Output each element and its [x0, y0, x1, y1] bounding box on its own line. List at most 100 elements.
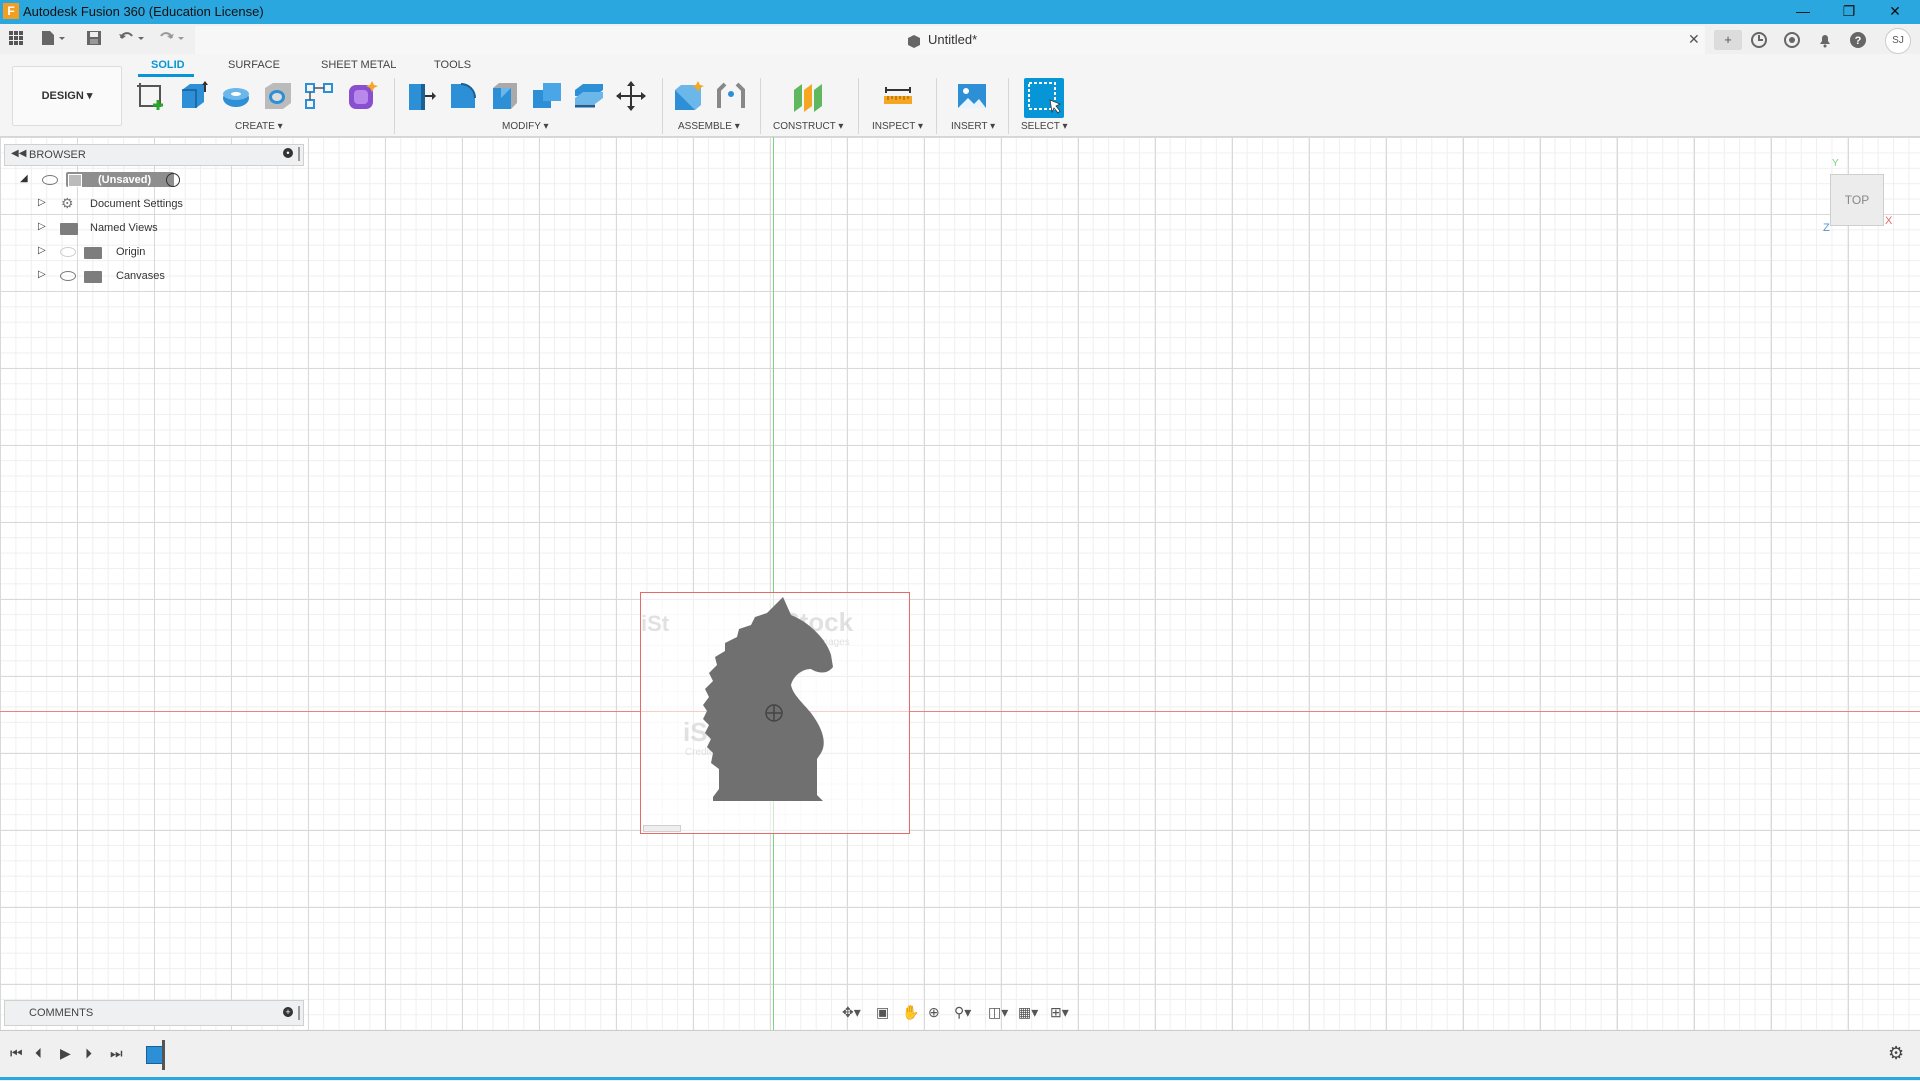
browser-item-canvases[interactable]: ▷ Canvases: [38, 267, 198, 287]
create-sketch-icon[interactable]: [136, 80, 168, 112]
pan-icon[interactable]: ✋: [902, 1004, 919, 1021]
move-copy-icon[interactable]: [615, 80, 647, 112]
document-icon: [907, 34, 921, 48]
timeline-settings-gear-icon[interactable]: ⚙: [1888, 1043, 1904, 1064]
tab-tools[interactable]: TOOLS: [434, 59, 471, 71]
notifications-icon[interactable]: [1814, 30, 1836, 50]
attached-canvas-image[interactable]: iSt iStock by Getty Images iStock Credit…: [640, 592, 910, 834]
collapse-triangle-icon[interactable]: ◢: [20, 173, 28, 184]
insert-menu[interactable]: INSERT ▾: [951, 121, 995, 132]
select-icon[interactable]: [1024, 78, 1064, 118]
save-icon[interactable]: [86, 30, 102, 48]
close-document-icon[interactable]: ✕: [1688, 31, 1700, 48]
tab-solid[interactable]: SOLID: [151, 59, 185, 71]
close-icon[interactable]: ✕: [1872, 0, 1918, 24]
title-bar: F Autodesk Fusion 360 (Education License…: [0, 0, 1920, 24]
play-icon[interactable]: ▶: [60, 1045, 71, 1062]
tab-surface[interactable]: SURFACE: [228, 59, 280, 71]
construct-menu[interactable]: CONSTRUCT ▾: [773, 121, 843, 132]
create-menu[interactable]: CREATE ▾: [235, 121, 283, 132]
modify-menu[interactable]: MODIFY ▾: [502, 121, 549, 132]
activate-radio-icon[interactable]: [166, 173, 180, 187]
display-settings-icon[interactable]: ◫▾: [988, 1004, 1008, 1021]
assemble-menu[interactable]: ASSEMBLE ▾: [678, 121, 740, 132]
go-to-start-icon[interactable]: ⏮: [10, 1045, 23, 1062]
visibility-eye-icon[interactable]: [60, 271, 76, 281]
file-icon[interactable]: [40, 30, 68, 48]
hole-icon[interactable]: [262, 80, 294, 112]
redo-icon[interactable]: [158, 30, 186, 48]
svg-text:?: ?: [1855, 35, 1862, 47]
restore-icon[interactable]: ❐: [1826, 0, 1872, 24]
help-icon[interactable]: ?: [1847, 30, 1869, 50]
canvas-viewport[interactable]: [0, 137, 1920, 1030]
create-form-icon[interactable]: [346, 80, 378, 112]
fit-icon[interactable]: ⚲▾: [954, 1004, 971, 1021]
pin-panel-icon[interactable]: [298, 147, 300, 161]
job-status-icon[interactable]: [1781, 30, 1803, 50]
combine-icon[interactable]: [531, 80, 563, 112]
select-menu[interactable]: SELECT ▾: [1021, 121, 1068, 132]
add-comment-icon[interactable]: +: [283, 1007, 293, 1017]
modify-label: MODIFY: [502, 121, 541, 132]
panel-options-icon[interactable]: •: [283, 148, 293, 158]
window-title: Autodesk Fusion 360 (Education License): [23, 4, 264, 19]
extensions-icon[interactable]: [1748, 30, 1770, 50]
new-component-icon[interactable]: [673, 80, 705, 112]
hidden-eye-icon[interactable]: [60, 247, 76, 257]
select-label: SELECT: [1021, 121, 1060, 132]
expand-triangle-icon[interactable]: ▷: [38, 269, 46, 280]
browser-panel-header[interactable]: ◀◀ BROWSER •: [4, 144, 304, 166]
timeline-marker[interactable]: [162, 1040, 165, 1070]
folder-icon: [84, 271, 102, 283]
browser-item-document-settings[interactable]: ▷ ⚙ Document Settings: [38, 195, 198, 215]
browser-item-named-views[interactable]: ▷ Named Views: [38, 219, 198, 239]
press-pull-icon[interactable]: [405, 80, 437, 112]
grid-settings-icon[interactable]: ▦▾: [1018, 1004, 1038, 1021]
measure-icon[interactable]: [882, 80, 914, 112]
revolve-icon[interactable]: [220, 80, 252, 112]
collapse-panel-icon[interactable]: ◀◀: [11, 148, 26, 159]
view-cube-face[interactable]: TOP: [1845, 193, 1869, 207]
view-cube[interactable]: TOP: [1830, 174, 1884, 226]
comments-panel[interactable]: COMMENTS +: [4, 1000, 304, 1026]
component-icon: [68, 174, 82, 187]
browser-item-origin[interactable]: ▷ Origin: [38, 243, 198, 263]
viewports-icon[interactable]: ⊞▾: [1050, 1004, 1069, 1021]
gear-icon: ⚙: [61, 195, 74, 211]
shell-icon[interactable]: [573, 80, 605, 112]
group-divider: [858, 78, 859, 134]
expand-triangle-icon[interactable]: ▷: [38, 245, 46, 256]
extrude-icon[interactable]: [178, 80, 210, 112]
pin-panel-icon[interactable]: [298, 1006, 300, 1020]
look-at-icon[interactable]: ▣: [876, 1004, 889, 1021]
step-forward-icon[interactable]: ⏵: [85, 1045, 92, 1062]
chamfer-icon[interactable]: [489, 80, 521, 112]
step-back-icon[interactable]: ⏴: [35, 1045, 42, 1062]
undo-icon[interactable]: [118, 30, 146, 48]
pattern-icon[interactable]: [304, 80, 336, 112]
canvas-scale-handle[interactable]: [643, 825, 681, 832]
go-to-end-icon[interactable]: ⏭: [110, 1045, 123, 1062]
workspace-switcher-button[interactable]: DESIGN ▾: [12, 66, 122, 126]
inspect-menu[interactable]: INSPECT ▾: [872, 121, 923, 132]
zoom-icon[interactable]: ⊕: [928, 1004, 940, 1021]
grid-icon[interactable]: [8, 30, 24, 48]
new-tab-icon[interactable]: +: [1714, 30, 1742, 50]
user-avatar[interactable]: SJ: [1885, 28, 1911, 54]
browser-title: BROWSER: [29, 149, 86, 161]
joint-icon[interactable]: [715, 80, 747, 112]
tab-sheet-metal[interactable]: SHEET METAL: [321, 59, 396, 71]
orbit-icon[interactable]: ✥▾: [842, 1004, 861, 1021]
offset-plane-icon[interactable]: [792, 80, 824, 112]
group-divider: [394, 78, 395, 134]
browser-root-item[interactable]: ◢ (Unsaved): [20, 171, 190, 191]
fillet-icon[interactable]: [447, 80, 479, 112]
visibility-eye-icon[interactable]: [42, 175, 58, 185]
expand-triangle-icon[interactable]: ▷: [38, 221, 46, 232]
assemble-label: ASSEMBLE: [678, 121, 732, 132]
chess-knight-silhouette: [703, 597, 833, 801]
minimize-icon[interactable]: —: [1780, 0, 1826, 24]
expand-triangle-icon[interactable]: ▷: [38, 197, 46, 208]
insert-image-icon[interactable]: [956, 80, 988, 112]
